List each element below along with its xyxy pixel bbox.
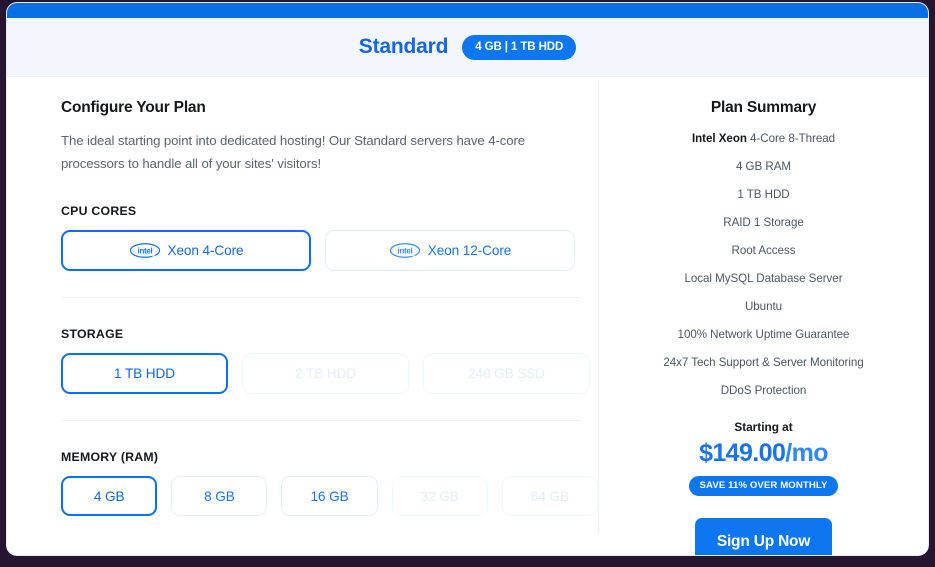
memory-label: MEMORY (RAM) [61, 450, 159, 465]
storage-option-1tb-hdd[interactable]: 1 TB HDD [61, 353, 228, 395]
price-period: /mo [785, 439, 828, 467]
storage-label: STORAGE [61, 327, 124, 342]
summary-spec-ram: 4 GB RAM [735, 160, 791, 173]
svg-text:intel: intel [137, 247, 152, 256]
summary-spec-os: Ubuntu [744, 300, 783, 313]
section-divider [61, 297, 581, 299]
configure-heading: Configure Your Plan [61, 99, 206, 116]
summary-spec-ddos: DDoS Protection [720, 384, 807, 397]
cpu-cores-label: CPU CORES [61, 204, 137, 219]
memory-option-8gb[interactable]: 8 GB [171, 476, 268, 517]
price-display: $149.00/mo [617, 439, 910, 468]
intel-logo-icon: intel [129, 242, 161, 260]
summary-spec-root: Root Access [731, 244, 796, 257]
price-amount: $149.00 [699, 439, 786, 467]
intel-logo-icon: intel [389, 242, 421, 260]
section-divider [61, 420, 581, 422]
starting-at-label: Starting at [734, 420, 793, 434]
summary-heading: Plan Summary [710, 99, 817, 116]
summary-spec-uptime: 100% Network Uptime Guarantee [677, 328, 850, 341]
configurator-body: Configure Your Plan The ideal starting p… [7, 77, 928, 555]
summary-spec-cpu-brand: Intel Xeon [691, 132, 747, 145]
storage-option-2tb-hdd: 2 TB HDD [242, 353, 409, 395]
summary-spec-raid: RAID 1 Storage [723, 216, 804, 229]
storage-option-240gb-ssd: 240 GB SSD [423, 353, 590, 395]
plan-summary-panel: Plan Summary Intel Xeon 4-Core 8-Thread … [599, 77, 928, 555]
cpu-option-xeon-4-core[interactable]: intel Xeon 4-Core [61, 230, 311, 272]
configure-panel: Configure Your Plan The ideal starting p… [7, 77, 598, 555]
memory-option-64gb: 64 GB [501, 476, 598, 517]
savings-badge: SAVE 11% OVER MONTHLY [688, 476, 839, 496]
summary-spec-storage: 1 TB HDD [737, 188, 790, 201]
summary-spec-cpu-detail: 4-Core 8-Thread [746, 132, 836, 145]
plan-configurator-card: Standard 4 GB | 1 TB HDD Configure Your … [7, 3, 928, 555]
sign-up-button[interactable]: Sign Up Now [695, 518, 832, 555]
summary-spec-support: 24x7 Tech Support & Server Monitoring [663, 356, 864, 369]
top-accent-bar [7, 3, 928, 18]
summary-spec-mysql: Local MySQL Database Server [684, 272, 843, 285]
memory-option-16gb[interactable]: 16 GB [281, 476, 378, 517]
cpu-option-label: Xeon 4-Core [167, 243, 244, 259]
plan-header: Standard 4 GB | 1 TB HDD [7, 18, 928, 77]
configure-description: The ideal starting point into dedicated … [61, 133, 525, 171]
storage-options: 1 TB HDD 2 TB HDD 240 GB SSD [61, 353, 598, 395]
memory-options: 4 GB 8 GB 16 GB 32 GB 64 GB [61, 476, 598, 517]
svg-text:intel: intel [397, 247, 412, 256]
page-title: Standard [358, 35, 449, 58]
cpu-option-xeon-12-core[interactable]: intel Xeon 12-Core [325, 230, 575, 272]
memory-option-4gb[interactable]: 4 GB [61, 476, 158, 517]
cpu-option-label: Xeon 12-Core [427, 243, 512, 259]
memory-option-32gb: 32 GB [391, 476, 488, 517]
summary-spec-cpu: Intel Xeon 4-Core 8-Thread [617, 132, 910, 145]
plan-spec-badge: 4 GB | 1 TB HDD [462, 34, 577, 60]
cpu-cores-options: intel Xeon 4-Core intel Xeon 12-Core [61, 230, 598, 272]
